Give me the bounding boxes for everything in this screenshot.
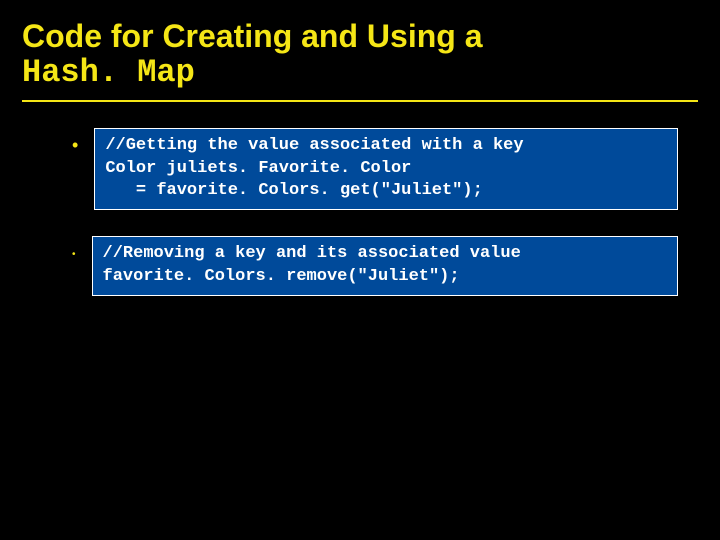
code-block: //Getting the value associated with a ke…: [94, 128, 678, 211]
code-text: //Removing a key and its associated valu…: [103, 243, 667, 289]
bullet-icon: •: [72, 250, 76, 260]
code-text: //Getting the value associated with a ke…: [105, 135, 667, 204]
code-block: //Removing a key and its associated valu…: [92, 236, 678, 296]
slide: Code for Creating and Using a Hash. Map …: [0, 0, 720, 540]
title-line-1: Code for Creating and Using a: [22, 18, 698, 55]
bullet-item: • //Getting the value associated with a …: [72, 128, 678, 211]
title-line-2: Hash. Map: [22, 55, 698, 92]
title-divider: [22, 100, 698, 102]
content-area: • //Getting the value associated with a …: [22, 128, 698, 297]
slide-title: Code for Creating and Using a Hash. Map: [22, 18, 698, 92]
bullet-item: • //Removing a key and its associated va…: [72, 236, 678, 296]
bullet-icon: •: [72, 136, 78, 154]
